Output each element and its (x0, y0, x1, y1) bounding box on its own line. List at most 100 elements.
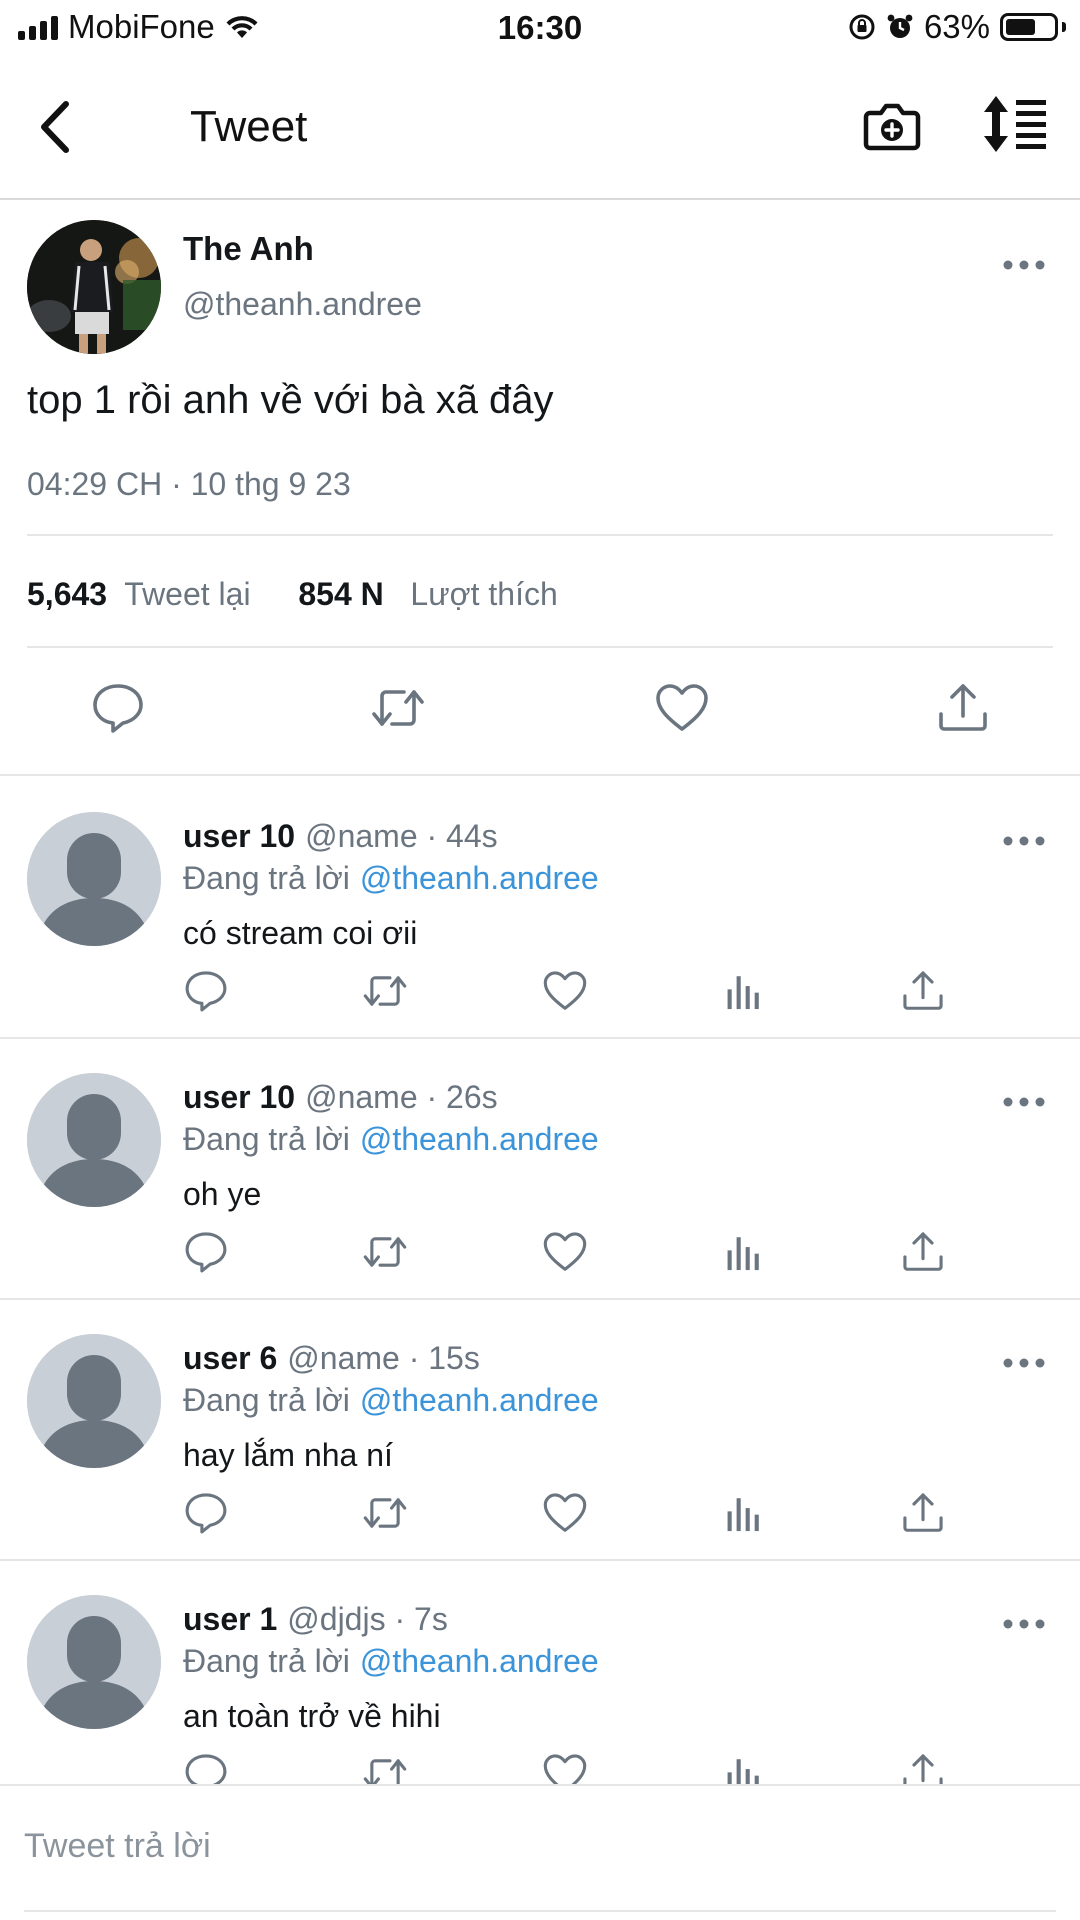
reply-avatar[interactable] (27, 1595, 161, 1729)
reply-item[interactable]: user 10 @name · 44s Đang trả lời @theanh.a… (0, 776, 1080, 1039)
alarm-icon (887, 14, 913, 38)
like-button[interactable] (542, 1229, 588, 1275)
retweet-button[interactable] (362, 968, 408, 1014)
reply-handle-time: @name · 44s (305, 818, 498, 854)
retweet-count[interactable]: 5,643 (27, 576, 107, 612)
mention-link[interactable]: @theanh.andree (360, 860, 599, 896)
reply-more-button[interactable] (1002, 1095, 1046, 1107)
share-button[interactable] (935, 680, 991, 736)
reply-button[interactable] (183, 1229, 229, 1275)
replying-to-label: Đang trả lời (183, 1643, 350, 1679)
share-button[interactable] (900, 1490, 946, 1536)
analytics-button[interactable] (721, 1490, 767, 1536)
reply-user-name[interactable]: user 6 (183, 1340, 277, 1376)
like-button[interactable] (542, 968, 588, 1014)
back-button[interactable] (30, 92, 90, 162)
tweet-more-button[interactable] (1002, 258, 1046, 270)
reply-user-name[interactable]: user 10 (183, 1079, 295, 1115)
reply-user-name[interactable]: user 10 (183, 818, 295, 854)
share-button[interactable] (900, 968, 946, 1014)
retweet-button[interactable] (362, 1229, 408, 1275)
analytics-icon (727, 1237, 759, 1271)
default-avatar-icon (27, 812, 161, 946)
like-button[interactable] (542, 1490, 588, 1536)
camera-button[interactable] (862, 96, 922, 156)
reply-header: user 1 @djdjs · 7s (183, 1601, 448, 1638)
orientation-lock-icon (849, 14, 875, 40)
page-title: Tweet (190, 102, 308, 151)
retweet-button[interactable] (362, 1490, 408, 1536)
tweet-timestamp: 04:29 CH · 10 thg 9 23 (27, 466, 351, 502)
author-avatar[interactable] (27, 220, 161, 354)
like-label[interactable]: Lượt thích (410, 576, 557, 612)
reply-avatar[interactable] (27, 1334, 161, 1468)
battery-level (1006, 19, 1035, 35)
reply-more-button[interactable] (1002, 1617, 1046, 1629)
back-arrow-icon (41, 101, 69, 153)
reply-text: có stream coi ơii (183, 915, 418, 951)
tweet-text: top 1 rồi anh về với bà xã đây (27, 378, 554, 422)
sort-button[interactable] (982, 94, 1048, 154)
reply-icon (185, 1232, 227, 1273)
reply-button[interactable] (90, 680, 146, 736)
battery-tip (1062, 22, 1066, 32)
like-icon (656, 684, 708, 731)
retweet-icon (363, 1498, 407, 1528)
retweet-button[interactable] (370, 680, 426, 736)
reply-text: oh ye (183, 1176, 262, 1212)
reply-button[interactable] (183, 968, 229, 1014)
tweet-action-bar (0, 680, 1080, 750)
reply-icon (185, 971, 227, 1012)
top-navigation-bar: Tweet (0, 56, 1080, 200)
reply-action-bar (0, 968, 1080, 1018)
reply-avatar[interactable] (27, 1073, 161, 1207)
retweet-icon (363, 1237, 407, 1267)
analytics-button[interactable] (721, 1229, 767, 1275)
analytics-button[interactable] (721, 968, 767, 1014)
status-bar: MobiFone 16:30 63% (0, 0, 1080, 56)
composer-underline (24, 1910, 1056, 1912)
reply-item[interactable]: user 1 @djdjs · 7s Đang trả lời @theanh.an… (0, 1559, 1080, 1822)
share-button[interactable] (900, 1229, 946, 1275)
author-photo (27, 220, 161, 354)
analytics-icon (727, 976, 759, 1010)
analytics-icon (727, 1498, 759, 1532)
camera-icon (863, 103, 921, 151)
reply-more-button[interactable] (1002, 834, 1046, 846)
retweet-label[interactable]: Tweet lại (124, 576, 250, 612)
reply-user-name[interactable]: user 1 (183, 1601, 277, 1637)
status-right: 63% (848, 8, 1066, 46)
like-button[interactable] (654, 680, 710, 736)
author-name[interactable]: The Anh (183, 230, 314, 268)
mention-link[interactable]: @theanh.andree (360, 1643, 599, 1679)
default-avatar-icon (27, 1595, 161, 1729)
share-icon (903, 1232, 943, 1271)
default-avatar-icon (27, 1334, 161, 1468)
reply-button[interactable] (183, 1490, 229, 1536)
reply-header: user 6 @name · 15s (183, 1340, 480, 1377)
reply-avatar[interactable] (27, 812, 161, 946)
reply-input[interactable] (0, 1786, 1080, 1906)
main-tweet: The Anh @theanh.andree top 1 rồi anh về … (0, 200, 1080, 776)
more-options-icon (1003, 260, 1045, 270)
share-icon (903, 1493, 943, 1532)
replying-to: Đang trả lời @theanh.andree (183, 1643, 599, 1680)
mention-link[interactable]: @theanh.andree (360, 1382, 599, 1418)
like-icon (543, 1232, 587, 1271)
share-icon (903, 971, 943, 1010)
reply-header: user 10 @name · 44s (183, 818, 498, 855)
reply-handle-time: @name · 15s (287, 1340, 480, 1376)
more-options-icon (1003, 1619, 1045, 1629)
divider (27, 534, 1053, 536)
author-handle[interactable]: @theanh.andree (183, 286, 422, 323)
mention-link[interactable]: @theanh.andree (360, 1121, 599, 1157)
like-icon (543, 971, 587, 1010)
reply-item[interactable]: user 6 @name · 15s Đang trả lời @theanh.an… (0, 1298, 1080, 1561)
reply-more-button[interactable] (1002, 1356, 1046, 1368)
more-options-icon (1003, 1097, 1045, 1107)
reply-item[interactable]: user 10 @name · 26s Đang trả lời @theanh.a… (0, 1037, 1080, 1300)
default-avatar-icon (27, 1073, 161, 1207)
reply-handle-time: @djdjs · 7s (287, 1601, 448, 1637)
reply-icon (185, 1493, 227, 1534)
like-count[interactable]: 854 N (298, 576, 383, 612)
